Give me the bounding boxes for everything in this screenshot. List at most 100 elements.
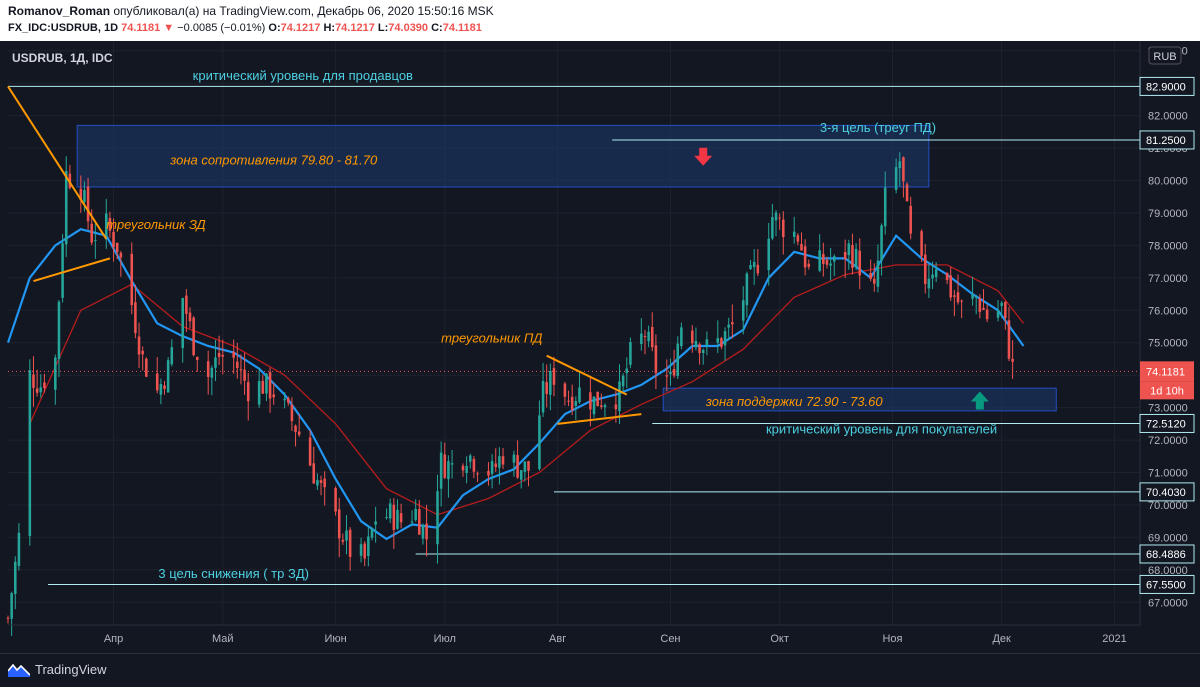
candle-body: [145, 358, 148, 377]
level-price-label: 68.4886: [1146, 549, 1186, 561]
candle-body: [512, 454, 516, 463]
candle-body: [600, 405, 603, 407]
candle-body: [163, 385, 166, 389]
candle-body: [847, 243, 851, 256]
price-tick-label: 70.0000: [1148, 500, 1188, 512]
candle-body: [792, 231, 796, 237]
candle-body: [214, 357, 217, 368]
candle-body: [592, 396, 596, 415]
zones: [76, 124, 1057, 412]
candle-body: [716, 338, 720, 343]
candle-body: [552, 368, 556, 385]
candle-body: [978, 298, 982, 312]
footer: TradingView: [0, 653, 1200, 687]
candle-body: [141, 350, 144, 355]
currency-badge[interactable]: RUB: [1148, 46, 1182, 65]
close-value: 74.1181: [442, 22, 482, 34]
symbol-label: FX_IDC:USDRUB, 1D: [8, 22, 119, 34]
candle-body: [782, 219, 785, 238]
candle-body: [115, 242, 119, 253]
candle-body: [494, 463, 498, 468]
candle-body: [727, 324, 730, 328]
author-name[interactable]: Romanov_Roman: [8, 4, 110, 18]
candle-body: [396, 509, 399, 529]
candle-body: [450, 463, 454, 465]
candle-body: [829, 263, 832, 266]
tradingview-logo-icon: [8, 663, 30, 677]
candle-body: [629, 342, 632, 365]
candle-body: [170, 347, 174, 365]
price-tick-label: 80.0000: [1148, 176, 1188, 188]
last-price: 74.1181: [121, 22, 161, 34]
candle-body: [676, 343, 680, 377]
candle-body: [723, 331, 727, 346]
price-tick-label: 77.0000: [1148, 273, 1188, 285]
candle-body: [869, 273, 872, 279]
candle-body: [43, 382, 46, 389]
candle-body: [86, 186, 90, 222]
chart-area[interactable]: критический уровень для продавцов зона с…: [0, 41, 1200, 653]
candle-body: [545, 382, 548, 394]
candle-body: [741, 300, 745, 321]
candle-body: [880, 225, 883, 261]
high-value: 74.1217: [335, 22, 375, 34]
candle-body: [341, 539, 345, 542]
annotation-triangle-pd: треугольник ПД: [441, 331, 542, 346]
candle-body: [898, 161, 902, 169]
candle-body: [621, 375, 625, 387]
candle-body: [549, 370, 552, 395]
candle-body: [461, 465, 465, 471]
candle-body: [418, 509, 421, 535]
low-label: L:: [377, 22, 389, 34]
annotation-critical-buyers: критический уровень для покупателей: [766, 422, 997, 437]
candle-body: [996, 310, 1000, 318]
low-value: 74.0390: [388, 22, 429, 34]
annotation-resistance-zone: зона сопротивления 79.80 - 81.70: [169, 152, 378, 167]
candle-body: [374, 521, 377, 525]
candle-body: [392, 504, 396, 530]
candle-body: [272, 394, 275, 398]
candle-body: [1000, 302, 1003, 306]
tradingview-logo[interactable]: TradingView: [8, 662, 107, 677]
time-tick-label: Апр: [104, 633, 123, 645]
candle-body: [319, 480, 323, 484]
candle-body: [410, 521, 414, 523]
time-axis[interactable]: Апр Май Июн Июл Авг Сен Окт Ноя Дек 2021: [8, 624, 1140, 645]
candle-body: [359, 544, 363, 556]
candle-body: [414, 508, 417, 520]
candle-body: [731, 322, 734, 325]
candle-body: [316, 480, 319, 486]
candle-body: [439, 452, 443, 489]
candle-body: [239, 369, 243, 371]
price-tick-label: 75.0000: [1148, 338, 1188, 350]
candle-body: [516, 455, 519, 478]
candle-body: [476, 473, 479, 475]
level-price-label: 82.9000: [1146, 81, 1186, 93]
candle-body: [35, 388, 39, 393]
candle-body: [680, 327, 683, 347]
price-chart[interactable]: критический уровень для продавцов зона с…: [0, 41, 1200, 653]
candle-body: [119, 252, 123, 258]
countdown-label: 1d 10h: [1150, 385, 1184, 397]
candle-body: [647, 331, 650, 342]
ohlc-header: FX_IDC:USDRUB, 1D 74.1181 ▼ −0.0085 (−0.…: [8, 22, 482, 34]
candle-body: [956, 292, 960, 303]
down-arrow-icon: ▼: [163, 22, 175, 34]
candle-body: [570, 396, 574, 411]
candle-body: [800, 243, 803, 251]
candle-body: [832, 256, 836, 262]
candle-body: [130, 253, 134, 306]
annotation-support-zone: зона поддержки 72.90 - 73.60: [705, 394, 884, 409]
candle-body: [1004, 301, 1007, 318]
price-axis[interactable]: 84.000083.000082.000081.000080.000079.00…: [1139, 41, 1195, 625]
high-label: H:: [323, 22, 336, 34]
candle-body: [949, 275, 953, 298]
candle-body: [825, 259, 829, 265]
candle-body: [181, 297, 184, 349]
level-price-label: 70.4030: [1146, 487, 1186, 499]
time-tick-label: Июл: [434, 633, 456, 645]
candle-body: [574, 401, 578, 406]
time-tick-label: Дек: [992, 633, 1011, 645]
candle-body: [803, 246, 807, 268]
candle-body: [294, 425, 297, 433]
